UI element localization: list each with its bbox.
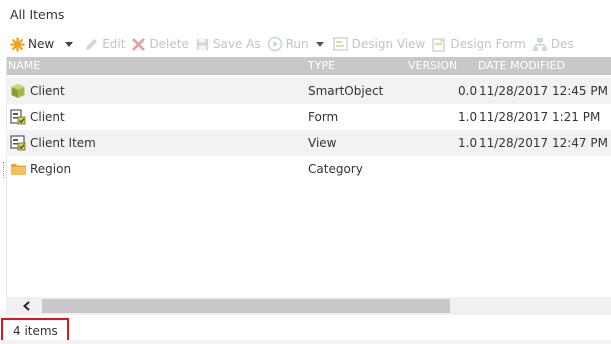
new-button[interactable]: New: [0, 32, 57, 56]
table-header: NAME TYPE VERSION DATE MODIFIED: [6, 57, 611, 75]
edit-button[interactable]: Edit: [81, 32, 128, 56]
row-date: 11/28/2017 12:45 PM: [479, 84, 608, 98]
scrollbar-thumb[interactable]: [42, 299, 450, 313]
delete-x-icon: [132, 37, 146, 51]
save-icon: [196, 38, 208, 50]
table-row[interactable]: Region Category: [6, 156, 611, 182]
row-type: View: [308, 136, 337, 150]
design-form-icon: [432, 36, 446, 52]
column-header-version[interactable]: VERSION: [408, 59, 457, 72]
design-view-icon: [332, 36, 348, 51]
scroll-left-arrow-icon[interactable]: [22, 301, 32, 311]
new-dropdown-chevron-icon[interactable]: [65, 41, 74, 47]
design-form-button-label: Design Form: [450, 37, 526, 51]
bottom-border: [0, 340, 611, 344]
row-version: 0.0: [458, 84, 478, 98]
pencil-icon: [86, 38, 98, 50]
column-header-name[interactable]: NAME: [8, 59, 40, 72]
delete-button[interactable]: Delete: [128, 32, 191, 56]
items-table-body: Client SmartObject 0.0 11/28/2017 12:45 …: [6, 78, 611, 182]
table-row[interactable]: Client Form 1.0 11/28/2017 1:21 PM: [6, 104, 611, 130]
asterisk-icon: [10, 36, 25, 52]
delete-button-label: Delete: [149, 37, 189, 51]
run-button[interactable]: Run: [264, 32, 312, 56]
save-as-button-label: Save As: [212, 37, 261, 51]
run-button-label: Run: [285, 37, 309, 51]
focus-dotted-line: [3, 162, 5, 178]
design-workflow-button-label: Des: [550, 37, 574, 51]
row-date: 11/28/2017 1:21 PM: [479, 110, 601, 124]
item-count-label: 4 items: [13, 324, 58, 338]
row-name: Region: [30, 162, 72, 176]
new-button-label: New: [28, 37, 55, 51]
column-header-date-modified[interactable]: DATE MODIFIED: [478, 59, 565, 72]
row-type: Form: [308, 110, 339, 124]
design-form-button[interactable]: Design Form: [428, 32, 528, 56]
column-header-type[interactable]: TYPE: [308, 59, 335, 72]
toolbar: New Edit Delete Save As Run Design View: [0, 31, 611, 57]
workflow-icon: [532, 37, 547, 51]
row-date: 11/28/2017 12:47 PM: [479, 136, 608, 150]
play-icon: [267, 36, 282, 52]
row-version: 1.0: [458, 136, 478, 150]
table-row[interactable]: Client SmartObject 0.0 11/28/2017 12:45 …: [6, 78, 611, 104]
row-type: Category: [308, 162, 363, 176]
row-name: Client Item: [30, 136, 96, 150]
form-icon: [10, 109, 26, 125]
design-view-button[interactable]: Design View: [330, 32, 429, 56]
row-name: Client: [30, 84, 65, 98]
table-row[interactable]: Client Item View 1.0 11/28/2017 12:47 PM: [6, 130, 611, 156]
row-type: SmartObject: [308, 84, 384, 98]
design-view-button-label: Design View: [351, 37, 426, 51]
save-as-button[interactable]: Save As: [192, 32, 264, 56]
row-name: Client: [30, 110, 65, 124]
edit-button-label: Edit: [102, 37, 126, 51]
page-title: All Items: [10, 7, 65, 22]
horizontal-scrollbar[interactable]: [6, 297, 611, 315]
run-dropdown-chevron-icon[interactable]: [315, 41, 324, 47]
view-icon: [10, 135, 26, 151]
design-workflow-button[interactable]: Des: [529, 32, 577, 56]
smartobject-icon: [11, 84, 25, 98]
row-version: 1.0: [458, 110, 478, 124]
folder-icon: [11, 164, 26, 175]
